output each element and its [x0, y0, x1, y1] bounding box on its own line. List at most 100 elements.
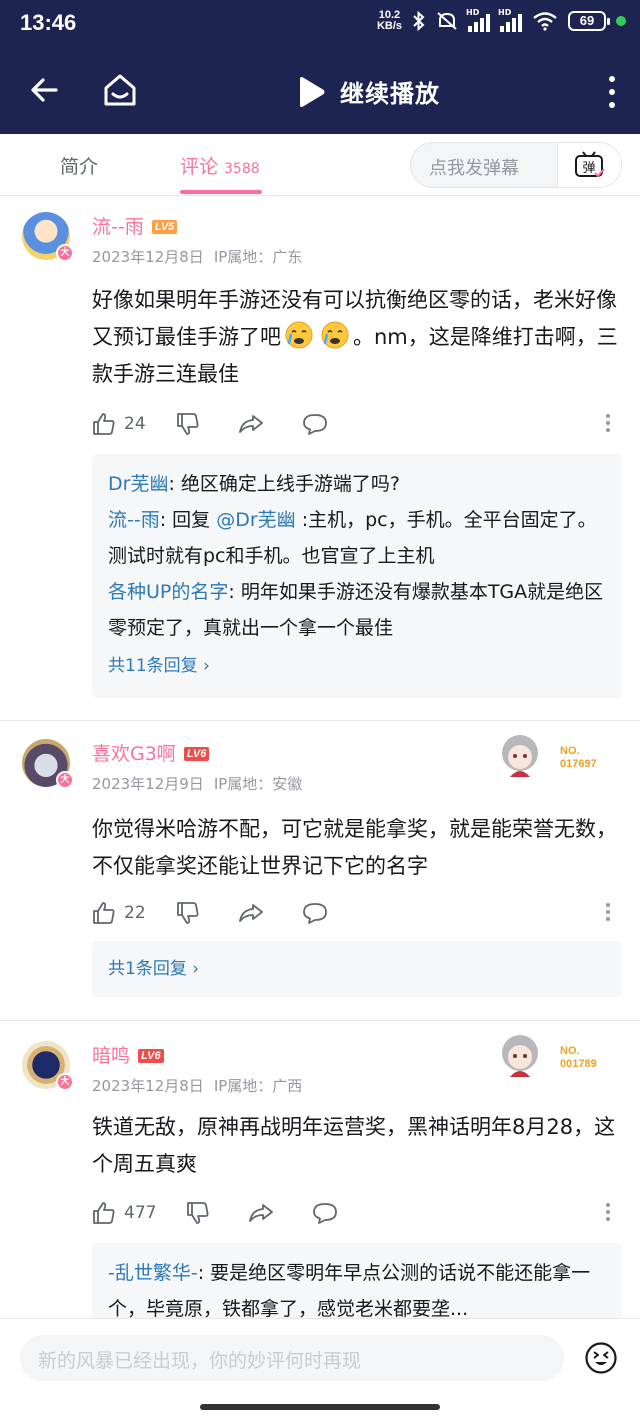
comment-item: 大 喜欢G3啊 LV6 2023年12月9日 IP属地：安徽 NO. 017697 你… — [0, 721, 640, 1019]
vip-badge: 大 — [56, 1073, 74, 1091]
comment-actions: 22 — [92, 897, 622, 929]
thumbs-up-icon — [93, 902, 115, 924]
dislike-button[interactable] — [176, 412, 208, 436]
reply-item: -乱世繁华-: 要是绝区零明年早点公测的话说不能还能拿一个，毕竟原，铁都拿了，感… — [108, 1262, 591, 1318]
fan-number: 001789 — [560, 1058, 597, 1070]
comment-text: 好像如果明年手游还没有可以抗衡绝区零的话，老米好像又预订最佳手游了吧 。nm，这是… — [92, 288, 618, 386]
comment-count: 3588 — [224, 161, 260, 177]
dislike-button[interactable] — [186, 1201, 218, 1225]
fan-badge[interactable]: NO. 017697 — [492, 729, 622, 789]
back-arrow-icon[interactable] — [26, 72, 62, 108]
comment-bubble-icon — [313, 1203, 338, 1224]
comment-input-placeholder: 新的风暴已经出现，你的妙评何时再现 — [38, 1350, 362, 1372]
avatar[interactable]: 大 — [22, 212, 74, 262]
status-bar: 13:46 10.2 KB/s HD HD 69 — [0, 0, 640, 48]
mute-icon — [437, 12, 457, 30]
crying-emoji-icon — [285, 321, 313, 349]
play-icon — [300, 76, 325, 107]
svg-text:弹: 弹 — [582, 161, 595, 176]
username[interactable]: 流--雨 LV5 — [92, 212, 178, 239]
username[interactable]: 喜欢G3啊 LV6 — [92, 739, 210, 766]
share-icon — [238, 415, 263, 433]
dislike-button[interactable] — [176, 901, 208, 925]
mention-link[interactable]: @Dr芜幽 — [216, 509, 295, 531]
comment-actions: 477 — [92, 1197, 622, 1229]
reply-preview[interactable]: Dr芜幽: 绝区确定上线手游端了吗? 流--雨: 回复 @Dr芜幽 :主机，pc… — [92, 454, 622, 698]
signal-icon-1: HD — [466, 8, 490, 32]
tab-comments[interactable]: 评论 3588 — [180, 152, 260, 179]
reply-item: 流--雨: 回复 @Dr芜幽 :主机，pc，手机。全平台固定了。测试时就有pc和… — [108, 509, 597, 567]
fan-number: 017697 — [560, 758, 597, 770]
view-all-replies-link[interactable]: 共1条回复 › — [108, 949, 606, 989]
like-count: 477 — [124, 1203, 157, 1223]
reply-preview[interactable]: 共1条回复 › — [92, 941, 622, 997]
signal-icon-2: HD — [498, 8, 522, 32]
vip-badge: 大 — [56, 771, 74, 789]
comment-more-icon[interactable] — [606, 414, 612, 432]
fan-badge-avatar-icon — [502, 735, 538, 777]
tab-bar: 简介 评论 3588 点我发弹幕 弹 — [0, 134, 640, 196]
home-icon[interactable] — [100, 70, 140, 110]
share-button[interactable] — [238, 412, 272, 436]
continue-play-button[interactable]: 继续播放 — [296, 74, 440, 109]
danmu-input[interactable]: 点我发弹幕 弹 — [410, 142, 622, 188]
comment-actions: 24 — [92, 408, 622, 440]
comment-more-icon[interactable] — [606, 903, 612, 921]
more-options-icon[interactable] — [608, 76, 616, 108]
wifi-icon — [533, 12, 557, 31]
privacy-dot — [616, 16, 626, 26]
comment-more-icon[interactable] — [606, 1203, 612, 1221]
reply-preview[interactable]: -乱世繁华-: 要是绝区零明年早点公测的话说不能还能拿一个，毕竟原，铁都拿了，感… — [92, 1243, 622, 1318]
reply-item: 各种UP的名字: 明年如果手游还没有爆款基本TGA就是绝区零预定了，真就出一个拿… — [108, 581, 604, 639]
emoji-icon[interactable] — [584, 1341, 618, 1375]
comment-bubble-icon — [302, 414, 327, 435]
level-badge: LV6 — [138, 1049, 164, 1063]
tab-intro[interactable]: 简介 — [60, 152, 98, 179]
thumbs-up-icon — [93, 413, 115, 435]
share-icon — [238, 904, 263, 922]
comment-input[interactable]: 新的风暴已经出现，你的妙评何时再现 — [20, 1335, 564, 1381]
status-time: 13:46 — [20, 10, 77, 35]
comment-meta: 2023年12月9日 IP属地：安徽 — [92, 775, 303, 793]
comment-item: 大 流--雨 LV5 2023年12月8日 IP属地：广东 好像如果明年手游还没有可… — [0, 196, 640, 720]
reply-button[interactable] — [312, 1201, 346, 1225]
like-count: 24 — [124, 414, 146, 434]
thumbs-down-icon — [176, 413, 199, 435]
crying-emoji-icon — [321, 321, 349, 349]
reply-item: Dr芜幽: 绝区确定上线手游端了吗? — [108, 473, 400, 495]
fan-badge[interactable]: NO. 001789 — [492, 1029, 622, 1089]
like-button[interactable]: 22 — [92, 901, 146, 925]
like-button[interactable]: 24 — [92, 412, 146, 436]
bluetooth-icon — [413, 11, 425, 31]
comment-bubble-icon — [302, 903, 327, 924]
active-tab-indicator — [180, 190, 262, 194]
reply-button[interactable] — [302, 901, 336, 925]
like-count: 22 — [124, 903, 146, 923]
comment-text: 你觉得米哈游不配，可它就是能拿奖，就是能荣誉无数，不仅能拿奖还能让世界记下它的名… — [92, 817, 617, 878]
comment-text: 铁道无敌，原神再战明年运营奖，黑神话明年8月28，这个周五真爽 — [92, 1115, 616, 1176]
thumbs-down-icon — [187, 1202, 209, 1224]
thumbs-down-icon — [176, 902, 199, 924]
danmu-placeholder: 点我发弹幕 — [429, 158, 519, 179]
username[interactable]: 暗鸣 LV6 — [92, 1041, 164, 1068]
battery-indicator: 69 — [568, 11, 610, 31]
share-button[interactable] — [248, 1201, 282, 1225]
reply-button[interactable] — [302, 412, 336, 436]
avatar[interactable]: 大 — [22, 1041, 74, 1091]
share-button[interactable] — [238, 901, 272, 925]
comment-meta: 2023年12月8日 IP属地：广西 — [92, 1077, 303, 1095]
comment-item: 大 暗鸣 LV6 2023年12月8日 IP属地：广西 NO. 001789 铁道无敌… — [0, 1021, 640, 1318]
share-icon — [249, 1204, 274, 1222]
gesture-home-bar[interactable] — [200, 1404, 440, 1410]
network-speed: 10.2 KB/s — [376, 9, 402, 32]
view-all-replies-link[interactable]: 共11条回复 › — [108, 646, 606, 686]
danmu-toggle-button[interactable]: 弹 — [557, 143, 621, 187]
like-button[interactable]: 477 — [92, 1201, 156, 1225]
thumbs-up-icon — [93, 1202, 115, 1224]
continue-play-label: 继续播放 — [340, 80, 440, 108]
comment-meta: 2023年12月8日 IP属地：广东 — [92, 248, 303, 266]
level-badge: LV5 — [151, 220, 178, 234]
avatar[interactable]: 大 — [22, 739, 74, 789]
vip-badge: 大 — [56, 244, 74, 262]
danmu-icon: 弹 — [574, 151, 605, 178]
